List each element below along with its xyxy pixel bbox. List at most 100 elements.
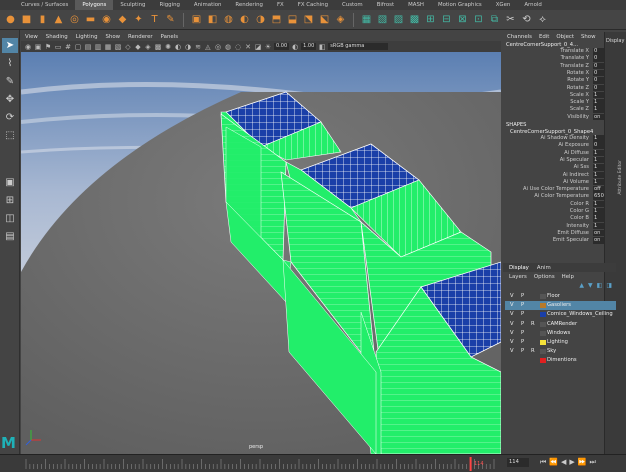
shape-channel-row[interactable]: Color B1 bbox=[503, 215, 605, 222]
shelf-tab-rendering[interactable]: Rendering bbox=[228, 0, 270, 10]
camera-icon[interactable]: ◉ bbox=[24, 43, 32, 51]
textured-icon[interactable]: ▩ bbox=[154, 43, 162, 51]
layer-menu-help[interactable]: Help bbox=[562, 274, 574, 280]
layer-playback-toggle[interactable]: P bbox=[521, 320, 524, 329]
disc-icon[interactable]: ◉ bbox=[100, 13, 113, 26]
shelf-tab-motion-graphics[interactable]: Motion Graphics bbox=[431, 0, 489, 10]
layer-color-swatch[interactable] bbox=[540, 349, 546, 355]
layer-color-swatch[interactable] bbox=[540, 321, 546, 327]
select-tool-icon[interactable]: ➤ bbox=[2, 38, 18, 53]
motion-blur-icon[interactable]: ≋ bbox=[194, 43, 202, 51]
layer-visibility-toggle[interactable]: V bbox=[510, 301, 514, 310]
spherical-map-icon[interactable]: ▩ bbox=[408, 13, 421, 26]
perspective-viewport[interactable]: persp bbox=[21, 52, 501, 454]
bevel-icon[interactable]: ⬔ bbox=[302, 13, 315, 26]
shape-channel-row[interactable]: Emit Diffuse on bbox=[503, 229, 605, 237]
film-gate-icon[interactable]: ▢ bbox=[74, 43, 82, 51]
bookmark-icon[interactable]: ⚑ bbox=[44, 43, 52, 51]
shelf-tab-xgen[interactable]: XGen bbox=[489, 0, 518, 10]
layer-row[interactable]: V P Gasoliers bbox=[505, 301, 616, 311]
go-to-start-icon[interactable]: ⏮ bbox=[540, 458, 546, 467]
shape-channel-row[interactable]: Intensity 1 bbox=[503, 222, 605, 230]
layer-color-swatch[interactable] bbox=[540, 358, 546, 364]
layer-move-down-icon[interactable]: ▼ bbox=[588, 282, 593, 289]
merge-icon[interactable]: ◈ bbox=[334, 13, 347, 26]
sphere-icon[interactable]: ● bbox=[4, 13, 17, 26]
xray-joints-icon[interactable]: ✕ bbox=[244, 43, 252, 51]
rotate-tool-icon[interactable]: ⟳ bbox=[2, 110, 18, 125]
layer-display-type-toggle[interactable]: R bbox=[531, 320, 535, 329]
panel-menu-show[interactable]: Show bbox=[106, 34, 121, 40]
gate-mask-icon[interactable]: ▥ bbox=[94, 43, 102, 51]
layer-color-swatch[interactable] bbox=[540, 340, 546, 345]
smooth-shade-icon[interactable]: ◆ bbox=[134, 43, 142, 51]
lasso-tool-icon[interactable]: ⌇ bbox=[2, 56, 18, 71]
layer-visibility-toggle[interactable]: V bbox=[510, 320, 514, 329]
platonic-icon[interactable]: ◆ bbox=[116, 13, 129, 26]
layer-color-swatch[interactable] bbox=[540, 312, 546, 318]
move-tool-icon[interactable]: ✥ bbox=[2, 92, 18, 107]
exposure-icon[interactable]: ☀ bbox=[264, 43, 272, 51]
shape-channel-row[interactable]: Color G1 bbox=[503, 208, 605, 215]
plane-icon[interactable]: ▬ bbox=[84, 13, 97, 26]
anti-aliasing-icon[interactable]: ◬ bbox=[204, 43, 212, 51]
layer-playback-toggle[interactable]: P bbox=[521, 338, 524, 347]
scale-tool-icon[interactable]: ⬚ bbox=[2, 128, 18, 143]
separate-icon[interactable]: ◧ bbox=[206, 13, 219, 26]
cb-menu-edit[interactable]: Edit bbox=[539, 34, 549, 40]
side-by-side-layout-icon[interactable]: ◫ bbox=[2, 211, 18, 226]
shelf-tab-animation[interactable]: Animation bbox=[187, 0, 228, 10]
layer-visibility-toggle[interactable]: V bbox=[510, 329, 514, 338]
channel-row[interactable]: Visibility on bbox=[503, 113, 605, 121]
shelf-tab-bifrost[interactable]: Bifrost bbox=[370, 0, 401, 10]
channel-row[interactable]: Rotate Y0 bbox=[503, 77, 605, 84]
channel-row[interactable]: Translate Y0 bbox=[503, 55, 605, 62]
backface-culling-icon[interactable]: ◪ bbox=[254, 43, 262, 51]
channel-row[interactable]: Scale Y1 bbox=[503, 99, 605, 106]
go-to-end-icon[interactable]: ⏭ bbox=[590, 458, 596, 467]
layer-menu-layers[interactable]: Layers bbox=[509, 274, 527, 280]
cone-icon[interactable]: ▲ bbox=[52, 13, 65, 26]
new-empty-layer-icon[interactable]: ◧ bbox=[597, 282, 603, 289]
edge-loop-icon[interactable]: ⟲ bbox=[520, 13, 533, 26]
gamma-icon[interactable]: ◐ bbox=[291, 43, 299, 51]
shape-channel-row[interactable]: Ai Color Temperature6500 bbox=[503, 193, 605, 200]
auto-map-icon[interactable]: ⊞ bbox=[424, 13, 437, 26]
super-shape-icon[interactable]: ✦ bbox=[132, 13, 145, 26]
field-chart-icon[interactable]: ▦ bbox=[104, 43, 112, 51]
four-view-layout-icon[interactable]: ⊞ bbox=[2, 193, 18, 208]
resolution-gate-icon[interactable]: ▤ bbox=[84, 43, 92, 51]
panel-menu-panels[interactable]: Panels bbox=[161, 34, 178, 40]
channel-row[interactable]: Scale X1 bbox=[503, 91, 605, 99]
panel-menu-shading[interactable]: Shading bbox=[46, 34, 68, 40]
shape-channel-row[interactable]: Ai Exposure 0 bbox=[503, 142, 605, 149]
shelf-tab-mash[interactable]: MASH bbox=[401, 0, 431, 10]
wireframe-on-shaded-icon[interactable]: ◈ bbox=[144, 43, 152, 51]
cylinder-icon[interactable]: ▮ bbox=[36, 13, 49, 26]
depth-of-field-icon[interactable]: ◎ bbox=[214, 43, 222, 51]
layer-playback-toggle[interactable]: P bbox=[521, 292, 524, 301]
cut-uv-icon[interactable]: ⊟ bbox=[440, 13, 453, 26]
layer-visibility-toggle[interactable]: V bbox=[510, 338, 514, 347]
channel-row[interactable]: Rotate X0 bbox=[503, 69, 605, 77]
layer-row[interactable]: V P R Sky bbox=[505, 347, 616, 356]
crease-icon[interactable]: ⟡ bbox=[536, 13, 549, 26]
shelf-tab-fx-caching[interactable]: FX Caching bbox=[291, 0, 335, 10]
play-forward-icon[interactable]: ▶ bbox=[569, 458, 574, 467]
grid-icon[interactable]: # bbox=[64, 43, 72, 51]
attribute-editor-tab[interactable]: Attribute Editor bbox=[618, 160, 623, 195]
shelf-tab-custom[interactable]: Custom bbox=[335, 0, 370, 10]
mirror-icon[interactable]: ◑ bbox=[254, 13, 267, 26]
persp-graph-layout-icon[interactable]: ▤ bbox=[2, 229, 18, 244]
shadows-icon[interactable]: ◐ bbox=[174, 43, 182, 51]
gamma-field[interactable]: 1.00 bbox=[301, 43, 317, 50]
camera-attributes-icon[interactable]: ▣ bbox=[34, 43, 42, 51]
xray-icon[interactable]: ◌ bbox=[234, 43, 242, 51]
layer-row[interactable]: V P Lighting bbox=[505, 338, 616, 347]
layout-uv-icon[interactable]: ⧉ bbox=[488, 13, 501, 26]
layer-color-swatch[interactable] bbox=[540, 303, 546, 309]
layer-playback-toggle[interactable]: P bbox=[521, 301, 524, 310]
layer-tab-anim[interactable]: Anim bbox=[537, 265, 551, 271]
shelf-tab-arnold[interactable]: Arnold bbox=[517, 0, 548, 10]
layer-playback-toggle[interactable]: P bbox=[521, 310, 524, 319]
